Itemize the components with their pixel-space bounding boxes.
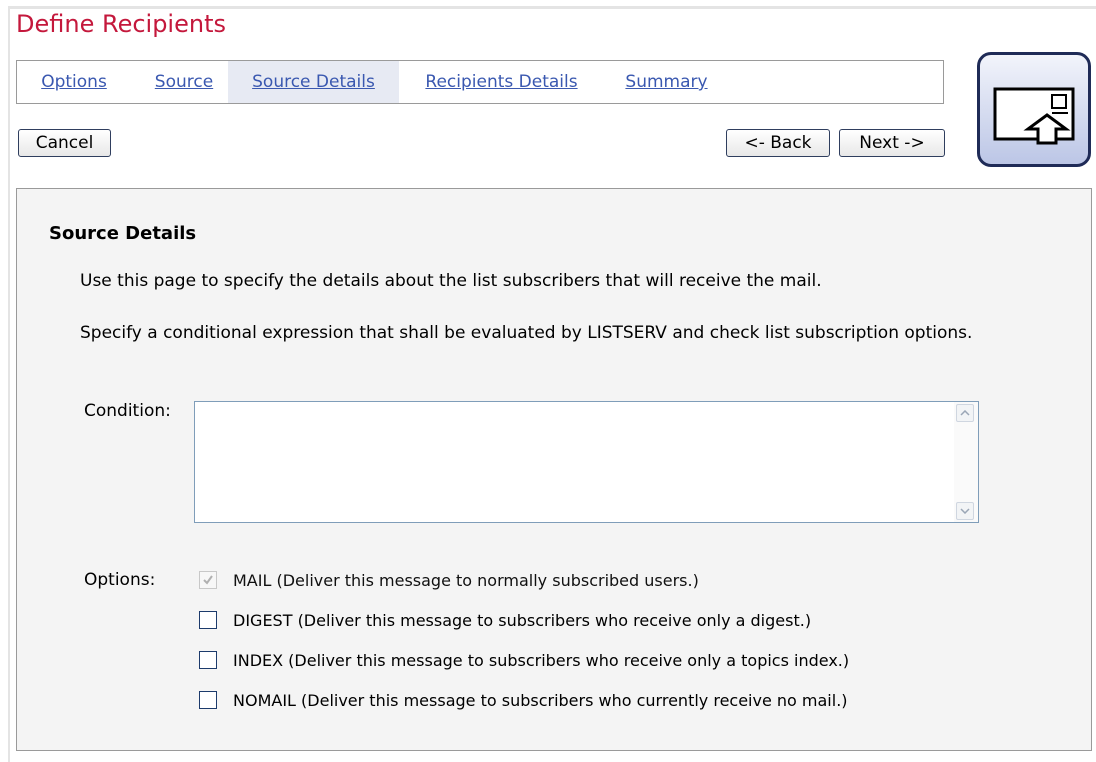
wizard-tab-bar: Options Source Source Details Recipients… <box>16 60 944 104</box>
next-button[interactable]: Next -> <box>839 129 945 157</box>
condition-label: Condition: <box>84 401 171 421</box>
options-label: Options: <box>84 570 156 590</box>
source-details-panel: Source Details Use this page to specify … <box>16 188 1092 751</box>
page: Define Recipients Options Source Source … <box>0 0 1096 762</box>
mail-option-label: MAIL (Deliver this message to normally s… <box>233 570 699 590</box>
tab-source-details[interactable]: Source Details <box>228 61 399 103</box>
tab-recipients-details[interactable]: Recipients Details <box>400 61 603 103</box>
cancel-button[interactable]: Cancel <box>18 129 111 157</box>
option-mail: MAIL (Deliver this message to normally s… <box>199 569 699 591</box>
scroll-down-icon[interactable] <box>956 502 974 520</box>
description-text: Use this page to specify the details abo… <box>80 271 822 291</box>
page-title: Define Recipients <box>16 10 226 38</box>
option-nomail: NOMAIL (Deliver this message to subscrib… <box>199 689 848 711</box>
left-divider <box>8 6 10 762</box>
instruction-text: Specify a conditional expression that sh… <box>80 323 973 343</box>
condition-field <box>194 401 979 523</box>
index-option-label: INDEX (Deliver this message to subscribe… <box>233 650 850 670</box>
section-title: Source Details <box>49 223 197 244</box>
send-mail-icon <box>977 52 1091 167</box>
option-index: INDEX (Deliver this message to subscribe… <box>199 649 849 671</box>
tab-source[interactable]: Source <box>141 61 227 103</box>
digest-option-label: DIGEST (Deliver this message to subscrib… <box>233 610 812 630</box>
top-divider <box>8 6 1096 9</box>
condition-scrollbar[interactable] <box>954 402 978 522</box>
index-checkbox[interactable] <box>199 651 217 669</box>
check-icon <box>203 575 213 585</box>
scroll-up-icon[interactable] <box>956 404 974 422</box>
option-digest: DIGEST (Deliver this message to subscrib… <box>199 609 811 631</box>
back-button[interactable]: <- Back <box>726 129 830 157</box>
digest-checkbox[interactable] <box>199 611 217 629</box>
mail-checkbox[interactable] <box>199 571 217 589</box>
nomail-option-label: NOMAIL (Deliver this message to subscrib… <box>233 690 848 710</box>
condition-textarea[interactable] <box>195 402 952 522</box>
tab-options[interactable]: Options <box>19 61 129 103</box>
tab-summary[interactable]: Summary <box>604 61 729 103</box>
nomail-checkbox[interactable] <box>199 691 217 709</box>
